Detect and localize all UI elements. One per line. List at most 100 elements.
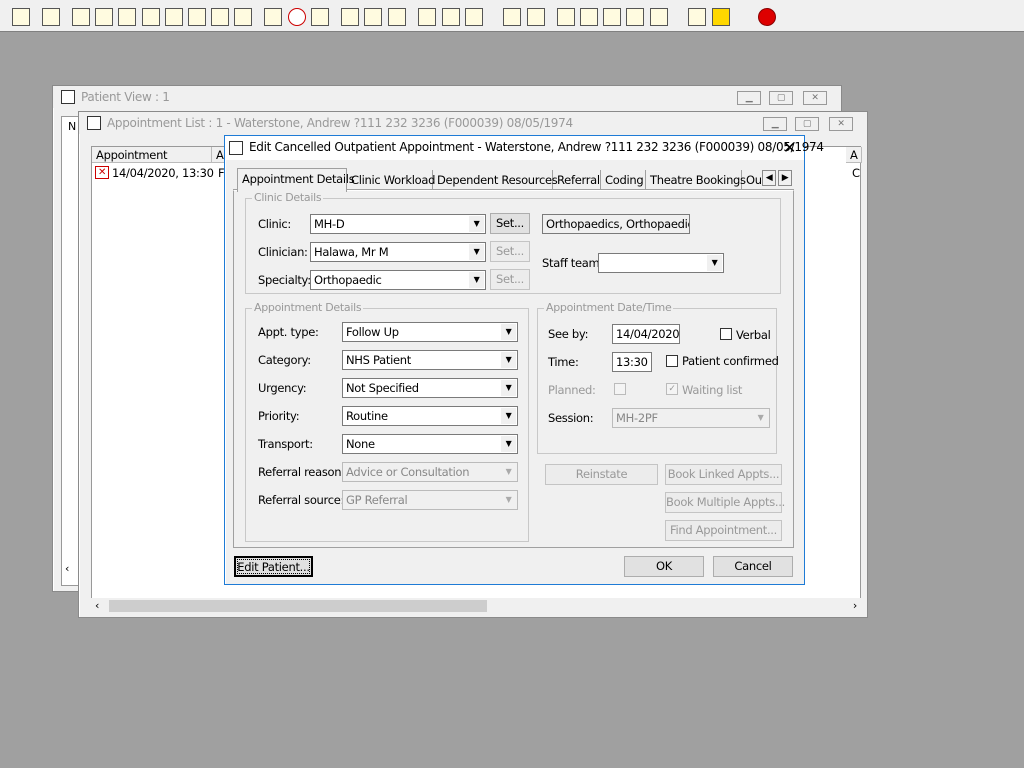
- tab-referral[interactable]: Referral: [553, 170, 601, 190]
- referral-source-value: GP Referral: [346, 493, 408, 507]
- close-icon[interactable]: ✕: [783, 138, 796, 157]
- clinic-description: Orthopaedics, Orthopaedic OP: [542, 214, 690, 234]
- ambulance-icon[interactable]: [463, 6, 483, 28]
- edit-appointment-dialog[interactable]: Edit Cancelled Outpatient Appointment - …: [224, 135, 824, 585]
- priority-label: Priority:: [258, 409, 300, 423]
- warning-icon[interactable]: [710, 6, 730, 28]
- minimize-button[interactable]: ▁: [763, 117, 787, 131]
- tab-theatre-bookings[interactable]: Theatre Bookings: [646, 170, 746, 190]
- time-icon-glyph: [388, 8, 406, 26]
- find-appointment-button[interactable]: Find Appointment...: [665, 520, 782, 541]
- book-linked-appts-button[interactable]: Book Linked Appts...: [665, 464, 782, 485]
- clock-icon[interactable]: [286, 6, 306, 28]
- chevron-down-icon[interactable]: ▼: [707, 255, 722, 271]
- notes-icon[interactable]: [116, 6, 136, 28]
- chevron-down-icon[interactable]: ▼: [501, 352, 516, 368]
- waiting-list-checkbox[interactable]: ✓: [666, 383, 678, 395]
- next-icon[interactable]: [648, 6, 668, 28]
- tab-scroll-left-arrow[interactable]: ◀: [762, 170, 776, 186]
- verbal-checkbox[interactable]: [720, 328, 732, 340]
- session-select[interactable]: MH-2PF ▼: [612, 408, 770, 428]
- patient-view-titlebar[interactable]: Patient View : 1 ▁ ▢ ✕: [53, 86, 841, 108]
- exit-icon[interactable]: [756, 6, 776, 28]
- urgency-select[interactable]: Not Specified ▼: [342, 378, 518, 398]
- tab-scroll-right-arrow[interactable]: ▶: [778, 170, 792, 186]
- chevron-down-icon[interactable]: ▼: [469, 244, 484, 260]
- specialty-select[interactable]: Orthopaedic ▼: [310, 270, 486, 290]
- ok-button[interactable]: OK: [624, 556, 704, 577]
- book-multiple-appts-button[interactable]: Book Multiple Appts...: [665, 492, 785, 513]
- appt-type-select[interactable]: Follow Up ▼: [342, 322, 518, 342]
- set-specialty-button[interactable]: Set...: [490, 269, 530, 290]
- folder-icon[interactable]: [70, 6, 90, 28]
- category-select[interactable]: NHS Patient ▼: [342, 350, 518, 370]
- patient-icon[interactable]: [10, 6, 30, 28]
- scrollbar-thumb[interactable]: [109, 600, 487, 612]
- chart-icon[interactable]: [339, 6, 359, 28]
- see-by-field[interactable]: 14/04/2020: [612, 324, 680, 344]
- chevron-down-icon[interactable]: ▼: [753, 410, 768, 426]
- close-button[interactable]: ✕: [803, 91, 827, 105]
- horizontal-scrollbar[interactable]: ‹ ›: [91, 598, 861, 614]
- scroll-right-arrow[interactable]: ›: [853, 599, 857, 612]
- notepad-icon[interactable]: [416, 6, 436, 28]
- chevron-down-icon[interactable]: ▼: [501, 380, 516, 396]
- staff-team-select[interactable]: ▼: [598, 253, 724, 273]
- notes-icon-glyph: [118, 8, 136, 26]
- time-field[interactable]: 13:30: [612, 352, 652, 372]
- referral-source-select[interactable]: GP Referral ▼: [342, 490, 518, 510]
- scroll-left-arrow[interactable]: ‹: [95, 599, 99, 612]
- id-card-2-icon[interactable]: [232, 6, 252, 28]
- bar-chart-icon[interactable]: [525, 6, 545, 28]
- time-icon[interactable]: [386, 6, 406, 28]
- tab-dependent-resources[interactable]: Dependent Resources: [433, 170, 558, 190]
- tools-icon[interactable]: [262, 6, 282, 28]
- appointment-list-titlebar[interactable]: Appointment List : 1 - Waterstone, Andre…: [79, 112, 867, 134]
- edit-icon[interactable]: [186, 6, 206, 28]
- chevron-down-icon[interactable]: ▼: [501, 408, 516, 424]
- column-header-appointment[interactable]: Appointment: [92, 147, 212, 163]
- document-icon[interactable]: [501, 6, 521, 28]
- doctor-icon[interactable]: [163, 6, 183, 28]
- chevron-down-icon[interactable]: ▼: [469, 272, 484, 288]
- minimize-button[interactable]: ▁: [737, 91, 761, 105]
- tab-clinic-workload[interactable]: Clinic Workload: [347, 170, 435, 190]
- transfer-icon[interactable]: [440, 6, 460, 28]
- maximize-button[interactable]: ▢: [769, 91, 793, 105]
- patient-confirmed-checkbox[interactable]: [666, 355, 678, 367]
- swap-icon[interactable]: [686, 6, 706, 28]
- letter-m-icon[interactable]: [140, 6, 160, 28]
- reinstate-button[interactable]: Reinstate: [545, 464, 658, 485]
- close-button[interactable]: ✕: [829, 117, 853, 131]
- transport-select[interactable]: None ▼: [342, 434, 518, 454]
- set-clinician-button[interactable]: Set...: [490, 241, 530, 262]
- print-icon[interactable]: [40, 6, 60, 28]
- column-header-right[interactable]: A: [846, 147, 862, 163]
- chevron-down-icon[interactable]: ▼: [469, 216, 484, 232]
- tab-coding[interactable]: Coding: [601, 170, 646, 190]
- planned-checkbox[interactable]: [614, 383, 626, 395]
- priority-select[interactable]: Routine ▼: [342, 406, 518, 426]
- tab-appointment-details[interactable]: Appointment Details: [237, 168, 355, 192]
- maximize-button[interactable]: ▢: [795, 117, 819, 131]
- globe-icon[interactable]: [555, 6, 575, 28]
- chevron-down-icon[interactable]: ▼: [501, 324, 516, 340]
- dialog-titlebar[interactable]: Edit Cancelled Outpatient Appointment - …: [225, 136, 824, 160]
- clinic-select[interactable]: MH-D ▼: [310, 214, 486, 234]
- clinician-select[interactable]: Halawa, Mr M ▼: [310, 242, 486, 262]
- set-clinic-button[interactable]: Set...: [490, 213, 530, 234]
- chevron-down-icon[interactable]: ▼: [501, 436, 516, 452]
- monitor-icon[interactable]: [309, 6, 329, 28]
- scroll-left-arrow[interactable]: ‹: [65, 562, 69, 575]
- referral-reason-select[interactable]: Advice or Consultation ▼: [342, 462, 518, 482]
- chevron-down-icon[interactable]: ▼: [501, 464, 516, 480]
- folder-edit-icon[interactable]: [93, 6, 113, 28]
- checklist-icon[interactable]: [578, 6, 598, 28]
- refresh-icon[interactable]: [624, 6, 644, 28]
- cancel-button[interactable]: Cancel: [713, 556, 793, 577]
- checklist-edit-icon[interactable]: [601, 6, 621, 28]
- chart-edit-icon[interactable]: [362, 6, 382, 28]
- edit-patient-button[interactable]: Edit Patient...: [234, 556, 313, 577]
- chevron-down-icon[interactable]: ▼: [501, 492, 516, 508]
- id-card-icon[interactable]: [209, 6, 229, 28]
